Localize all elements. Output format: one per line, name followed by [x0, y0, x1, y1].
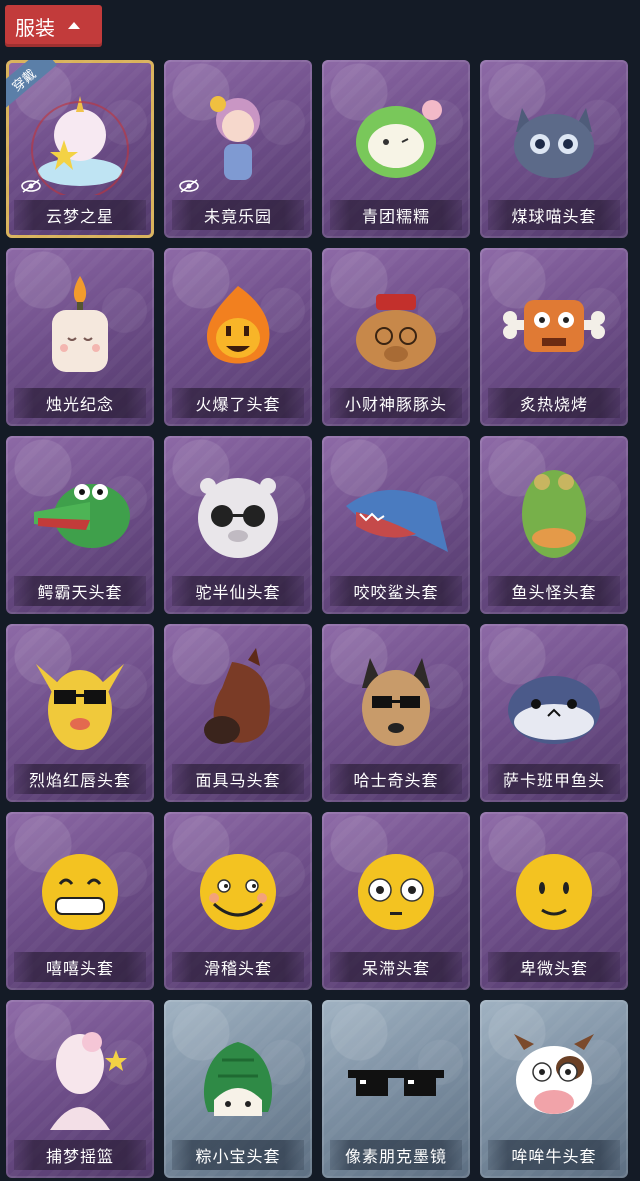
costume-name: 嘻嘻头套 [14, 952, 146, 982]
costume-card[interactable]: 滑稽头套 [164, 812, 312, 990]
costume-name: 煤球喵头套 [488, 200, 620, 230]
costume-card[interactable]: 嘻嘻头套 [6, 812, 154, 990]
costume-name: 哈士奇头套 [330, 764, 462, 794]
costume-name: 烛光纪念 [14, 388, 146, 418]
costume-card[interactable]: 烛光纪念 [6, 248, 154, 426]
costume-name: 炙热烧烤 [488, 388, 620, 418]
costume-card[interactable]: 炙热烧烤 [480, 248, 628, 426]
costume-name: 云梦之星 [14, 200, 146, 230]
costume-card[interactable]: 捕梦摇篮 [6, 1000, 154, 1178]
costume-name: 萨卡班甲鱼头 [488, 764, 620, 794]
costume-card[interactable]: 煤球喵头套 [480, 60, 628, 238]
costume-name: 鱼头怪头套 [488, 576, 620, 606]
costume-card[interactable]: 青团糯糯 [322, 60, 470, 238]
costume-card[interactable]: 咬咬鲨头套 [322, 436, 470, 614]
costume-name: 哞哞牛头套 [488, 1140, 620, 1170]
costume-card[interactable]: 萨卡班甲鱼头 [480, 624, 628, 802]
costume-card[interactable]: 火爆了头套 [164, 248, 312, 426]
eye-slash-icon[interactable] [178, 178, 200, 194]
category-tab-costume[interactable]: 服装 [5, 5, 102, 47]
costume-name: 面具马头套 [172, 764, 304, 794]
costume-card[interactable]: 鳄霸天头套 [6, 436, 154, 614]
costume-name: 呆滞头套 [330, 952, 462, 982]
costume-card[interactable]: 驼半仙头套 [164, 436, 312, 614]
costume-name: 火爆了头套 [172, 388, 304, 418]
costume-card[interactable]: 烈焰红唇头套 [6, 624, 154, 802]
costume-grid: 穿戴 云梦之星 未竟乐园 青团糯糯 煤球喵头套烛光纪念 火爆了头套 小财神豚豚头 炙热烧烤鳄霸… [6, 60, 628, 1178]
costume-name: 粽小宝头套 [172, 1140, 304, 1170]
chevron-up-icon [68, 22, 80, 29]
category-tab-label: 服装 [15, 15, 55, 40]
eye-slash-icon[interactable] [20, 178, 42, 194]
costume-card[interactable]: 粽小宝头套 [164, 1000, 312, 1178]
costume-name: 小财神豚豚头 [330, 388, 462, 418]
costume-card[interactable]: 像素朋克墨镜 [322, 1000, 470, 1178]
costume-card[interactable]: 面具马头套 [164, 624, 312, 802]
costume-name: 捕梦摇篮 [14, 1140, 146, 1170]
costume-card[interactable]: 哞哞牛头套 [480, 1000, 628, 1178]
costume-card[interactable]: 穿戴 云梦之星 [6, 60, 154, 238]
costume-card[interactable]: 呆滞头套 [322, 812, 470, 990]
costume-card[interactable]: 哈士奇头套 [322, 624, 470, 802]
costume-name: 像素朋克墨镜 [330, 1140, 462, 1170]
costume-card[interactable]: 鱼头怪头套 [480, 436, 628, 614]
costume-card[interactable]: 未竟乐园 [164, 60, 312, 238]
costume-card[interactable]: 小财神豚豚头 [322, 248, 470, 426]
costume-name: 烈焰红唇头套 [14, 764, 146, 794]
costume-name: 咬咬鲨头套 [330, 576, 462, 606]
costume-name: 卑微头套 [488, 952, 620, 982]
costume-name: 青团糯糯 [330, 200, 462, 230]
costume-card[interactable]: 卑微头套 [480, 812, 628, 990]
costume-name: 滑稽头套 [172, 952, 304, 982]
costume-name: 鳄霸天头套 [14, 576, 146, 606]
costume-name: 未竟乐园 [172, 200, 304, 230]
costume-name: 驼半仙头套 [172, 576, 304, 606]
